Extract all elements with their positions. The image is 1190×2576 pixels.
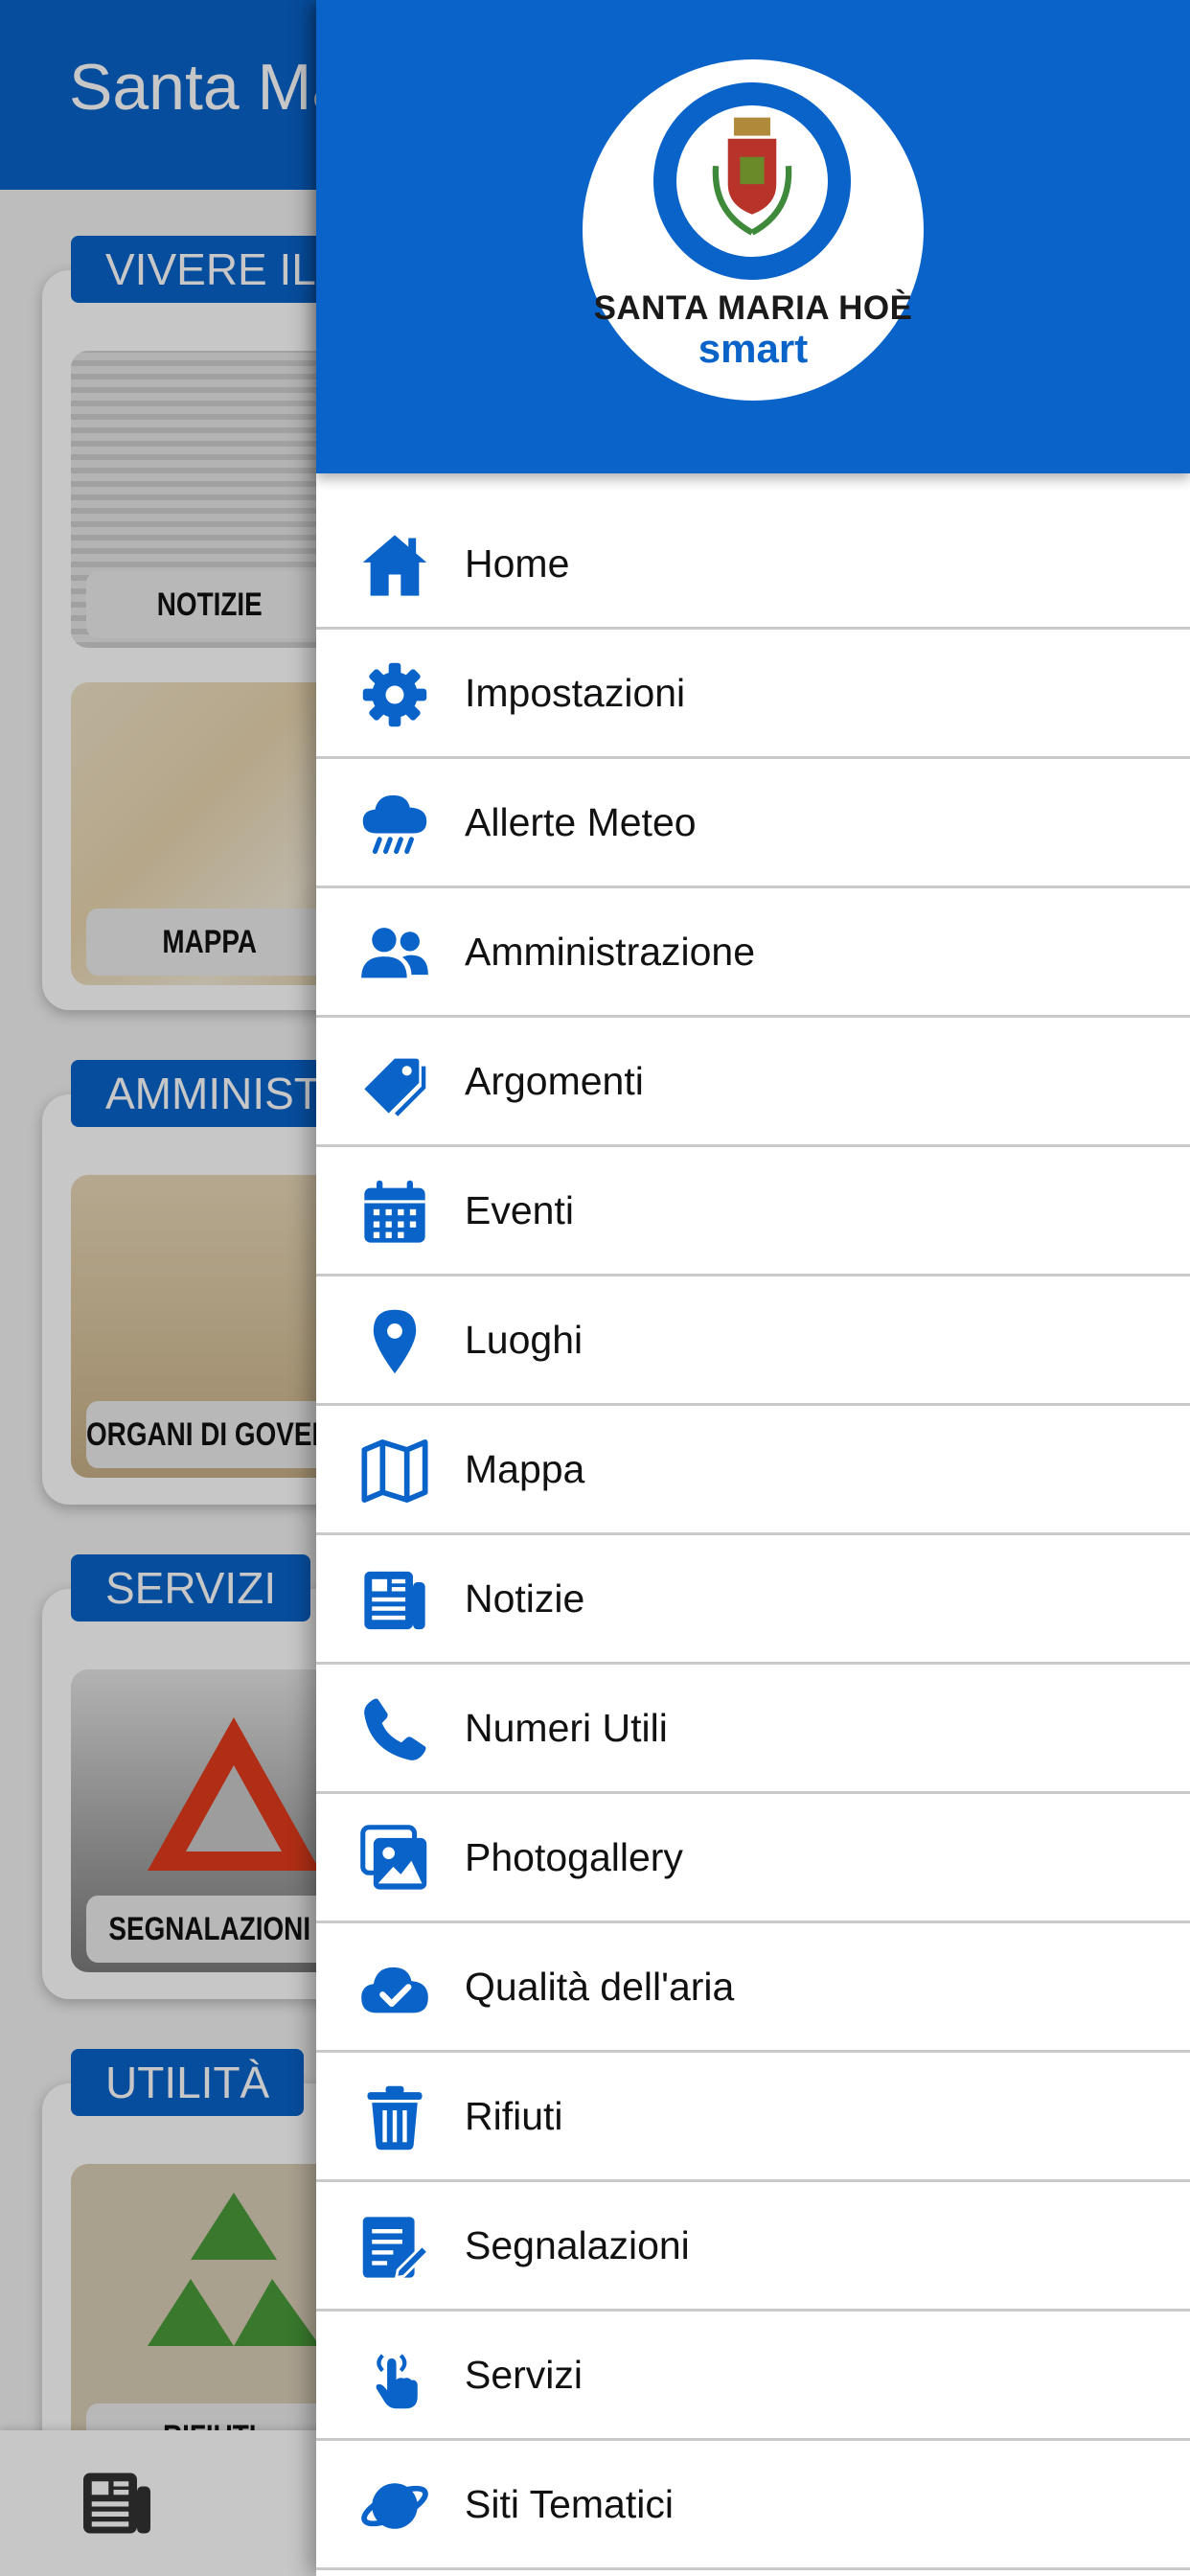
menu-item-siti-tematici[interactable]: Siti Tematici <box>316 2441 1190 2570</box>
drawer-header: SANTA MARIA HOÈ smart <box>316 0 1190 473</box>
menu-item-allerte-meteo[interactable]: Allerte Meteo <box>316 759 1190 888</box>
menu-label: Siti Tematici <box>465 2482 674 2526</box>
menu-label: Notizie <box>465 1576 585 1621</box>
menu-item-impostazioni[interactable]: Impostazioni <box>316 630 1190 759</box>
logo-subtext: smart <box>698 326 809 371</box>
menu-item-luoghi[interactable]: Luoghi <box>316 1276 1190 1406</box>
logo-text: SANTA MARIA HOÈ <box>593 289 913 327</box>
menu-label: Amministrazione <box>465 930 756 974</box>
menu-item-mappa[interactable]: Mappa <box>316 1406 1190 1535</box>
report-edit-icon <box>362 2217 430 2280</box>
rain-cloud-icon <box>362 794 427 855</box>
images-icon <box>360 1825 427 1890</box>
menu-item-amministrazione[interactable]: Amministrazione <box>316 888 1190 1018</box>
planet-icon <box>361 2483 428 2529</box>
tag-icon <box>364 1058 426 1116</box>
menu-item-photogallery[interactable]: Photogallery <box>316 1794 1190 1923</box>
menu-label: Rifiuti <box>465 2094 563 2138</box>
phone-icon <box>364 1698 426 1760</box>
menu-label: Impostazioni <box>465 671 686 715</box>
menu-item-notizie[interactable]: Notizie <box>316 1535 1190 1665</box>
map-pin-icon <box>373 1309 417 1374</box>
coat-of-arms-icon <box>712 117 792 236</box>
menu-label: Mappa <box>465 1447 585 1491</box>
menu-item-numeri-utili[interactable]: Numeri Utili <box>316 1665 1190 1794</box>
newspaper-icon <box>364 1571 425 1630</box>
map-icon <box>361 1439 428 1503</box>
logo-ring <box>653 82 851 280</box>
gear-icon <box>362 662 427 727</box>
menu-label: Servizi <box>465 2353 584 2397</box>
hand-pointer-icon <box>376 2354 418 2409</box>
menu-item-qualita-aria[interactable]: Qualità dell'aria <box>316 1923 1190 2053</box>
menu-label: Photogallery <box>465 1835 683 1879</box>
menu-label: Eventi <box>465 1188 574 1232</box>
menu-label: Home <box>465 541 570 586</box>
menu-item-argomenti[interactable]: Argomenti <box>316 1018 1190 1147</box>
menu-label: Qualità dell'aria <box>465 1965 735 2009</box>
cloud-check-icon <box>361 1966 428 2013</box>
drawer-menu: Home Impostazioni Allerte Meteo Amminist… <box>316 500 1190 2570</box>
home-icon <box>362 535 427 596</box>
menu-label: Argomenti <box>465 1059 644 1103</box>
trash-icon <box>367 2085 423 2150</box>
menu-item-segnalazioni[interactable]: Segnalazioni <box>316 2182 1190 2312</box>
menu-label: Allerte Meteo <box>465 800 697 844</box>
menu-label: Luoghi <box>465 1318 584 1362</box>
menu-item-home[interactable]: Home <box>316 500 1190 630</box>
users-icon <box>361 928 428 978</box>
calendar-icon <box>364 1180 425 1243</box>
navigation-drawer: SANTA MARIA HOÈ smart Home Impostazioni … <box>316 0 1190 2576</box>
municipality-logo: SANTA MARIA HOÈ smart <box>583 59 924 401</box>
menu-label: Numeri Utili <box>465 1706 668 1750</box>
menu-item-rifiuti[interactable]: Rifiuti <box>316 2053 1190 2182</box>
menu-item-servizi[interactable]: Servizi <box>316 2312 1190 2441</box>
menu-item-eventi[interactable]: Eventi <box>316 1147 1190 1276</box>
menu-label: Segnalazioni <box>465 2223 690 2267</box>
